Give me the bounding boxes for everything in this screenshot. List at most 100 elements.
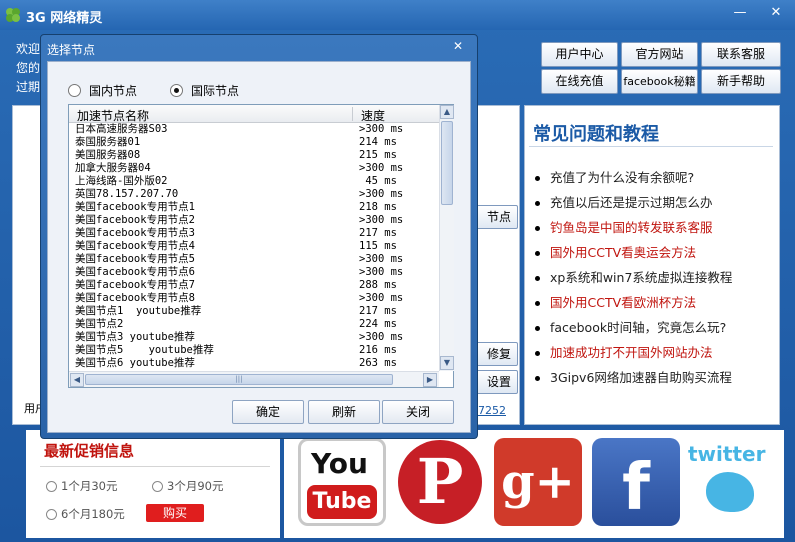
node-name: 美国facebook专用节点1 [75,201,195,213]
close-dialog-button[interactable]: 关闭 [382,400,454,424]
official-site-button[interactable]: 官方网站 [621,42,698,67]
qq-link[interactable]: 7252 [478,404,506,417]
confirm-button[interactable]: 确定 [232,400,304,424]
google-plus-icon[interactable]: g+ [494,438,582,526]
bullet-icon [535,351,540,356]
node-speed: 218 ms [359,201,397,213]
bullet-icon [535,251,540,256]
node-name: 美国facebook专用节点5 [75,253,195,265]
user-center-button[interactable]: 用户中心 [541,42,618,67]
column-header-name[interactable]: 加速节点名称 [77,107,149,124]
scroll-down-arrow-icon[interactable]: ▼ [440,356,454,370]
faq-item[interactable]: 3Gipv6网络加速器自助购买流程 [535,368,732,393]
minimize-button[interactable]: — [730,4,750,22]
faq-title: 常见问题和教程 [533,124,659,145]
beginner-help-button[interactable]: 新手帮助 [701,69,781,94]
faq-item[interactable]: 钓鱼岛是中国的转发联系客服 [535,218,732,243]
buy-button[interactable]: 购买 [146,504,204,522]
radio-label: 国际节点 [191,84,240,98]
promo-title: 最新促销信息 [44,442,135,460]
radio-icon[interactable] [46,508,57,520]
node-row[interactable]: 英国78.157.207.70 >300 ms [69,188,439,201]
node-list[interactable]: 加速节点名称 速度 日本高速服务器S03 >300 ms 泰国服务器01 214 ms… [68,104,454,388]
youtube-icon[interactable]: You Tube [298,438,386,526]
node-speed: 214 ms [359,136,397,148]
node-rows: 日本高速服务器S03 >300 ms 泰国服务器01 214 ms 美国服务器08 215… [69,123,439,371]
list-header: 加速节点名称 速度 [69,105,439,123]
bullet-icon [535,201,540,206]
radio-icon[interactable] [152,480,163,492]
node-row[interactable]: 美国节点5 youtube推荐 216 ms [69,344,439,357]
horizontal-scroll-thumb[interactable]: ||| [85,374,393,385]
select-node-button[interactable]: 节点 [474,205,518,229]
radio-icon[interactable] [46,480,57,492]
twitter-icon[interactable]: twitter [684,438,772,526]
node-row[interactable]: 美国服务器08 215 ms [69,149,439,162]
node-row[interactable]: 美国facebook专用节点5 >300 ms [69,253,439,266]
online-recharge-button[interactable]: 在线充值 [541,69,618,94]
radio-domestic-nodes[interactable]: 国内节点 [68,82,137,99]
radio-international-nodes[interactable]: 国际节点 [170,82,239,99]
node-row[interactable]: 美国facebook专用节点1 218 ms [69,201,439,214]
node-name: 美国facebook专用节点3 [75,227,195,239]
account-line: 您的 [16,61,41,75]
node-row[interactable]: 美国节点3 youtube推荐 >300 ms [69,331,439,344]
scroll-up-arrow-icon[interactable]: ▲ [440,105,454,119]
radio-label: 国内节点 [89,84,138,98]
refresh-button[interactable]: 刷新 [308,400,380,424]
faq-item[interactable]: 充值以后还是提示过期怎么办 [535,193,732,218]
scroll-right-arrow-icon[interactable]: ▶ [423,373,437,387]
faq-item[interactable]: 国外用CCTV看奥运会方法 [535,243,732,268]
radio-selected-icon[interactable] [170,84,183,97]
promo-option-6-months[interactable]: 6个月180元 [46,506,125,522]
horizontal-scrollbar[interactable]: ◀ ||| ▶ [69,371,439,387]
faq-item[interactable]: 充值了为什么没有余额呢? [535,168,732,193]
facebook-tips-button[interactable]: facebook秘籍 [621,69,698,94]
node-name: 泰国服务器01 [75,136,141,148]
node-row[interactable]: 美国节点1 youtube推荐 217 ms [69,305,439,318]
faq-item[interactable]: facebook时间轴，究竟怎么玩? [535,318,732,343]
promo-option-1-month[interactable]: 1个月30元 [46,478,117,494]
column-divider[interactable] [352,107,353,121]
node-name: 日本高速服务器S03 [75,123,168,135]
faq-item-text: xp系统和win7系统虚拟连接教程 [550,270,733,285]
promo-option-3-months[interactable]: 3个月90元 [152,478,223,494]
node-speed: >300 ms [359,292,404,304]
node-name: 美国节点2 [75,318,124,330]
scroll-thumb[interactable] [441,121,453,205]
bullet-icon [535,301,540,306]
node-speed: >300 ms [359,188,404,200]
settings-button[interactable]: 设置 [474,370,518,394]
node-row[interactable]: 美国facebook专用节点7 288 ms [69,279,439,292]
radio-icon[interactable] [68,84,81,97]
faq-item[interactable]: 国外用CCTV看欧洲杯方法 [535,293,732,318]
node-speed: >300 ms [359,123,404,135]
faq-item[interactable]: xp系统和win7系统虚拟连接教程 [535,268,732,293]
repair-button[interactable]: 修复 [474,342,518,366]
node-row[interactable]: 美国facebook专用节点8 >300 ms [69,292,439,305]
column-header-speed[interactable]: 速度 [361,107,385,124]
node-name: 美国facebook专用节点2 [75,214,195,226]
close-window-button[interactable]: ✕ [766,4,786,22]
faq-panel: 常见问题和教程 充值了为什么没有余额呢? 充值以后还是提示过期怎么办 钓鱼岛是中国的… [524,105,780,425]
node-row[interactable]: 美国facebook专用节点2 >300 ms [69,214,439,227]
faq-item[interactable]: 加速成功打不开国外网站办法 [535,343,732,368]
node-row[interactable]: 美国facebook专用节点6 >300 ms [69,266,439,279]
node-row[interactable]: 加拿大服务器04 >300 ms [69,162,439,175]
node-row[interactable]: 美国节点2 224 ms [69,318,439,331]
node-row[interactable]: 上海线路-国外版02 45 ms [69,175,439,188]
app-titlebar: 3G 网络精灵 — ✕ [0,0,795,30]
facebook-icon[interactable]: f [592,438,680,526]
dialog-close-button[interactable]: ✕ [444,38,472,54]
node-row[interactable]: 泰国服务器01 214 ms [69,136,439,149]
node-row[interactable]: 美国facebook专用节点3 217 ms [69,227,439,240]
vertical-scrollbar[interactable]: ▲ ▼ [439,105,454,371]
node-name: 英国78.157.207.70 [75,188,179,200]
contact-support-button[interactable]: 联系客服 [701,42,781,67]
scroll-left-arrow-icon[interactable]: ◀ [70,373,84,387]
node-row[interactable]: 日本高速服务器S03 >300 ms [69,123,439,136]
node-row[interactable]: 美国节点6 youtube推荐 263 ms [69,357,439,370]
promo-option-label: 6个月180元 [61,507,125,521]
pinterest-icon[interactable]: P [396,438,484,526]
node-row[interactable]: 美国facebook专用节点4 115 ms [69,240,439,253]
